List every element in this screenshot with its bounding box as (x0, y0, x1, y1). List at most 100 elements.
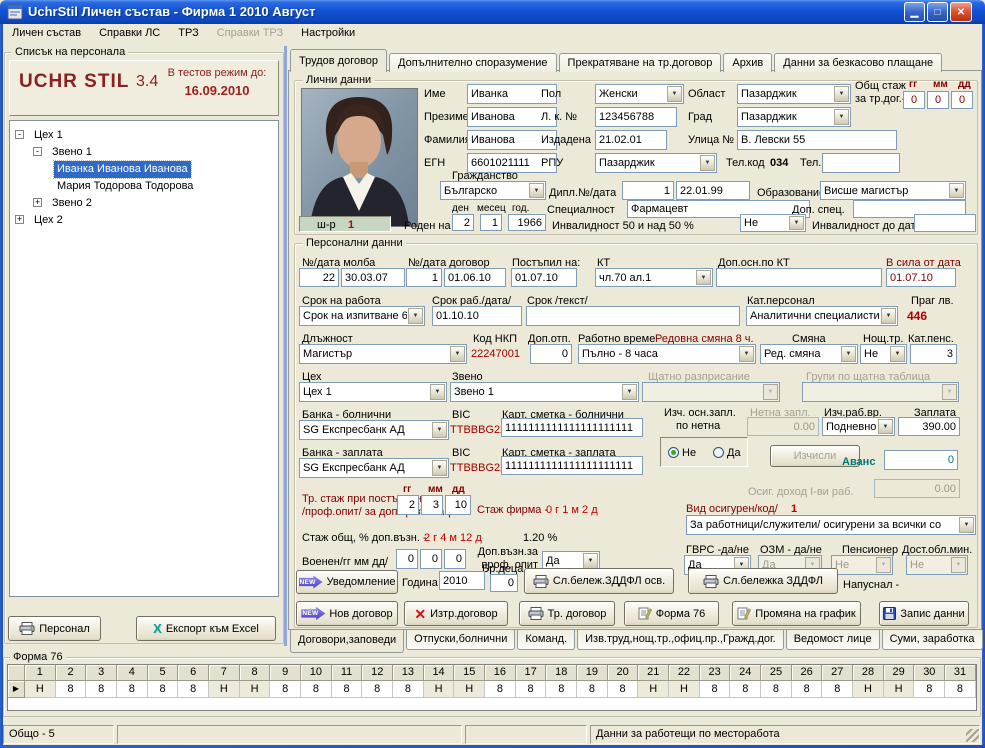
day-cell-31[interactable]: 8 (945, 681, 976, 698)
day-cell-17[interactable]: 8 (516, 681, 547, 698)
chevron-down-icon[interactable]: ▼ (622, 384, 637, 400)
bottom-tab-1[interactable]: Договори,заповеди (290, 630, 404, 653)
day-cell-15[interactable]: Н (454, 681, 485, 698)
disability-to-field[interactable] (914, 214, 976, 232)
new-contract-button[interactable]: NEW Нов договор (296, 601, 398, 626)
day-cell-11[interactable]: 8 (332, 681, 363, 698)
day-cell-12[interactable]: 8 (362, 681, 393, 698)
extra-leave-field[interactable] (530, 344, 572, 364)
tree-item-label[interactable]: Мария Тодорова Тодорова (54, 178, 196, 195)
tree-item-3[interactable]: Иванка Иванова Иванова (10, 161, 278, 177)
kt-select[interactable]: чл.70 ал.1▼ (595, 268, 713, 287)
close-button[interactable]: ✕ (950, 2, 972, 22)
form76-grid[interactable]: 1234567891011121314151617181920212223242… (7, 664, 977, 711)
tree-item-label[interactable]: Цех 1 (31, 127, 66, 144)
education-select[interactable]: Висше магистър▼ (820, 181, 966, 200)
night-work-select[interactable]: Не▼ (860, 344, 907, 364)
print-contract-button[interactable]: Тр. договор (519, 601, 615, 626)
service-years-field[interactable] (903, 91, 925, 109)
contract-date-field[interactable] (444, 268, 506, 287)
day-cell-23[interactable]: 8 (700, 681, 731, 698)
shift-select[interactable]: Ред. смяна▼ (760, 344, 858, 364)
day-cell-28[interactable]: Н (853, 681, 884, 698)
bottom-tab-2[interactable]: Отпуски,болнични (406, 630, 515, 650)
term-select[interactable]: Срок на изпитване 6▼ (299, 306, 425, 326)
day-cell-8[interactable]: Н (240, 681, 271, 698)
menu-item-5[interactable]: Настройки (292, 24, 364, 44)
day-cell-2[interactable]: 8 (56, 681, 87, 698)
phone-field[interactable] (822, 153, 900, 173)
tree-item-2[interactable]: -Звено 1 (10, 144, 278, 160)
save-data-button[interactable]: Запис данни (879, 601, 969, 626)
personnel-print-button[interactable]: Персонал (8, 616, 101, 641)
menu-item-2[interactable]: Справки ЛС (90, 24, 169, 44)
day-cell-16[interactable]: 8 (485, 681, 516, 698)
chevron-down-icon[interactable]: ▼ (834, 109, 849, 125)
bottom-tab-5[interactable]: Ведомост лице (786, 630, 880, 650)
region-select[interactable]: Пазарджик▼ (737, 84, 851, 104)
gender-select[interactable]: Женски▼ (595, 84, 684, 104)
radio-no[interactable] (668, 447, 679, 458)
disability-select[interactable]: Не▼ (740, 214, 806, 232)
service-months-field[interactable] (927, 91, 949, 109)
term-date-field[interactable] (432, 306, 522, 326)
born-day-field[interactable] (452, 214, 474, 231)
military-years-field[interactable] (396, 549, 418, 569)
chevron-down-icon[interactable]: ▼ (841, 346, 856, 362)
street-field[interactable] (737, 130, 897, 150)
bottom-tab-3[interactable]: Команд. (517, 630, 575, 650)
chevron-down-icon[interactable]: ▼ (700, 155, 715, 171)
pension-cat-field[interactable] (910, 344, 957, 364)
military-days-field[interactable] (444, 549, 466, 569)
chevron-down-icon[interactable]: ▼ (789, 216, 804, 230)
collapse-icon[interactable]: - (15, 130, 24, 139)
card-sick-field[interactable] (501, 418, 643, 437)
chevron-down-icon[interactable]: ▼ (408, 308, 423, 324)
born-year-field[interactable] (508, 214, 546, 231)
chevron-down-icon[interactable]: ▼ (430, 384, 445, 400)
note-zddfl-button[interactable]: Сл.бележка ЗДДФЛ (688, 568, 838, 594)
request-date-field[interactable] (341, 268, 405, 287)
tab-5[interactable]: Данни за безкасово плащане (774, 53, 942, 72)
unit-select[interactable]: Звено 1▼ (450, 382, 639, 402)
day-cell-13[interactable]: 8 (393, 681, 424, 698)
expand-icon[interactable]: + (15, 215, 24, 224)
entry-days-field[interactable] (445, 495, 471, 515)
service-days-field[interactable] (951, 91, 973, 109)
day-cell-30[interactable]: 8 (914, 681, 945, 698)
chevron-down-icon[interactable]: ▼ (432, 460, 447, 476)
day-cell-1[interactable]: Н (25, 681, 56, 698)
rpu-select[interactable]: Пазарджик▼ (595, 153, 717, 173)
kt-extra-field[interactable] (716, 268, 882, 287)
maximize-button[interactable]: □ (927, 2, 948, 22)
chevron-down-icon[interactable]: ▼ (834, 86, 849, 102)
chevron-down-icon[interactable]: ▼ (450, 346, 465, 362)
contract-no-field[interactable] (406, 268, 442, 287)
collapse-icon[interactable]: - (33, 147, 42, 156)
day-cell-14[interactable]: Н (424, 681, 455, 698)
bottom-tab-6[interactable]: Суми, заработка (882, 630, 983, 650)
calc-worktime-select[interactable]: Подневно▼ (822, 417, 895, 436)
day-cell-6[interactable]: 8 (178, 681, 209, 698)
valid-from-field[interactable] (886, 268, 956, 287)
tab-1[interactable]: Трудов договор (290, 49, 387, 72)
form76-button[interactable]: Форма 76 (624, 601, 719, 626)
entry-years-field[interactable] (397, 495, 419, 515)
day-cell-7[interactable]: Н (209, 681, 240, 698)
worktime-select[interactable]: Пълно - 8 часа▼ (578, 344, 756, 364)
export-excel-button[interactable]: X Експорт към Excel (136, 616, 276, 641)
chevron-down-icon[interactable]: ▼ (432, 422, 447, 438)
advance-field[interactable] (884, 450, 958, 470)
insured-kind-select[interactable]: За работници/служители/ осигурени за вси… (686, 515, 976, 535)
entry-months-field[interactable] (421, 495, 443, 515)
chevron-down-icon[interactable]: ▼ (739, 346, 754, 362)
chevron-down-icon[interactable]: ▼ (696, 270, 711, 285)
resize-grip[interactable] (966, 729, 979, 742)
change-schedule-button[interactable]: Промяна на график (732, 601, 861, 626)
day-cell-21[interactable]: Н (638, 681, 669, 698)
chevron-down-icon[interactable]: ▼ (881, 308, 896, 324)
position-select[interactable]: Магистър▼ (299, 344, 467, 364)
day-cell-26[interactable]: 8 (792, 681, 823, 698)
tree-item-label[interactable]: Цех 2 (31, 212, 66, 229)
citizenship-select[interactable]: Българско▼ (440, 181, 546, 200)
